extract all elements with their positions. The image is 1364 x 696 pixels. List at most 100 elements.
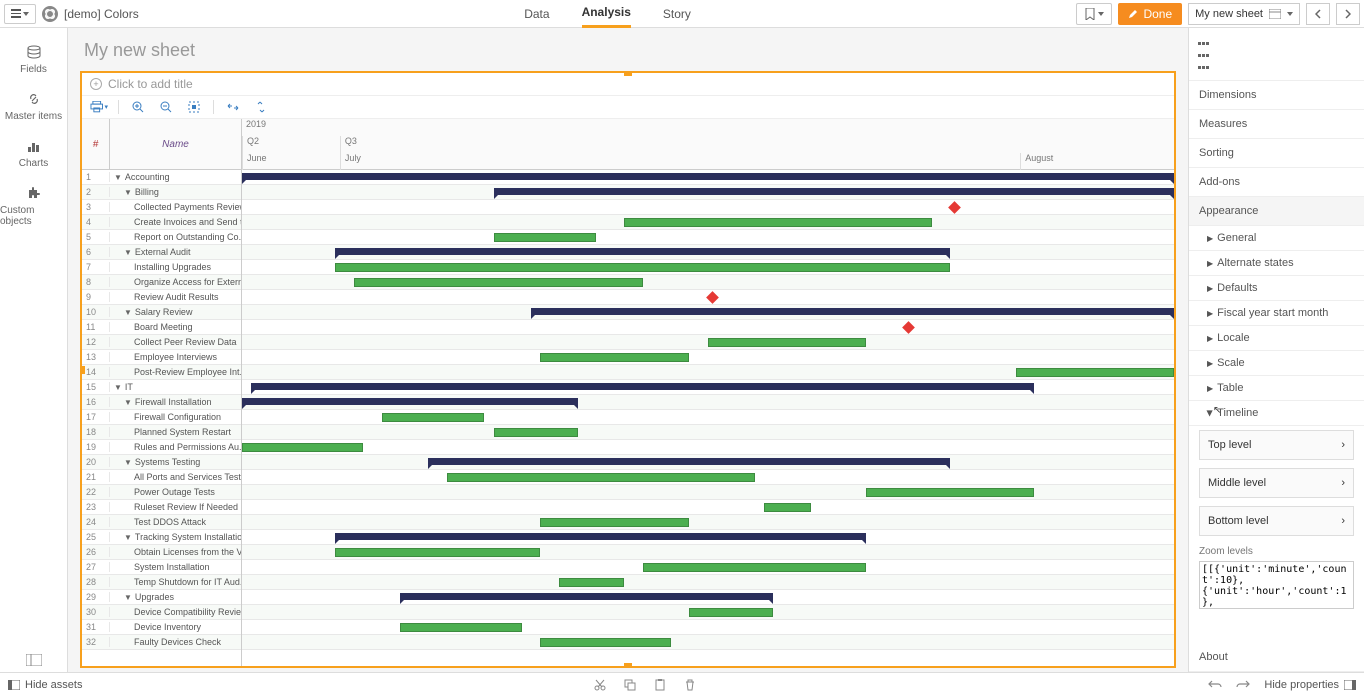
prev-sheet-button[interactable] (1306, 3, 1330, 25)
task-bar[interactable] (559, 578, 624, 587)
fit-button[interactable] (185, 98, 203, 116)
task-bar[interactable] (866, 488, 1034, 497)
table-row[interactable]: 12Collect Peer Review Data (82, 335, 241, 350)
props-addons[interactable]: Add-ons (1189, 168, 1364, 197)
props-scale[interactable]: ▶Scale (1189, 351, 1364, 376)
redo-button[interactable] (1236, 680, 1250, 690)
task-bar[interactable] (1016, 368, 1174, 377)
props-defaults[interactable]: ▶Defaults (1189, 276, 1364, 301)
table-row[interactable]: 14Post-Review Employee Int... (82, 365, 241, 380)
task-bar[interactable] (764, 503, 811, 512)
resize-handle-left[interactable] (80, 366, 85, 374)
hide-assets-button[interactable]: Hide assets (8, 679, 82, 691)
table-row[interactable]: 31Device Inventory (82, 620, 241, 635)
summary-bar[interactable] (335, 248, 950, 255)
cut-button[interactable] (594, 679, 606, 691)
task-bar[interactable] (540, 518, 689, 527)
gantt-row[interactable] (242, 185, 1174, 200)
bookmark-button[interactable] (1076, 3, 1112, 25)
zoom-out-button[interactable] (157, 98, 175, 116)
table-row[interactable]: 27System Installation (82, 560, 241, 575)
gantt-row[interactable] (242, 515, 1174, 530)
tree-toggle[interactable]: ▼ (124, 533, 132, 542)
gantt-row[interactable] (242, 170, 1174, 185)
summary-bar[interactable] (335, 533, 866, 540)
done-button[interactable]: Done (1118, 3, 1182, 25)
table-row[interactable]: 4Create Invoices and Send to... (82, 215, 241, 230)
props-appearance[interactable]: Appearance (1189, 197, 1364, 226)
task-bar[interactable] (335, 548, 540, 557)
nav-story[interactable]: Story (663, 1, 691, 27)
sheet-title[interactable]: My new sheet (80, 40, 1176, 61)
tree-toggle[interactable]: ▼ (124, 593, 132, 602)
gantt-row[interactable] (242, 485, 1174, 500)
gantt-row[interactable] (242, 605, 1174, 620)
gantt-row[interactable] (242, 560, 1174, 575)
column-header-name[interactable]: Name (110, 119, 241, 169)
table-row[interactable]: 19Rules and Permissions Au... (82, 440, 241, 455)
sidebar-charts[interactable]: Charts (0, 130, 67, 177)
gantt-row[interactable] (242, 440, 1174, 455)
table-row[interactable]: 22Power Outage Tests (82, 485, 241, 500)
table-row[interactable]: 8Organize Access for Extern... (82, 275, 241, 290)
gantt-row[interactable] (242, 290, 1174, 305)
table-row[interactable]: 28Temp Shutdown for IT Aud... (82, 575, 241, 590)
table-row[interactable]: 21All Ports and Services Test (82, 470, 241, 485)
timeline-bottom-level[interactable]: Bottom level› (1199, 506, 1354, 536)
summary-bar[interactable] (242, 398, 578, 405)
table-row[interactable]: 15▼IT (82, 380, 241, 395)
task-bar[interactable] (708, 338, 866, 347)
table-row[interactable]: 6▼External Audit (82, 245, 241, 260)
table-row[interactable]: 25▼Tracking System Installation (82, 530, 241, 545)
gantt-row[interactable] (242, 320, 1174, 335)
task-bar[interactable] (540, 353, 689, 362)
gantt-row[interactable] (242, 200, 1174, 215)
tree-toggle[interactable]: ▼ (114, 383, 122, 392)
gantt-row[interactable] (242, 455, 1174, 470)
gantt-row[interactable] (242, 305, 1174, 320)
props-sorting[interactable]: Sorting (1189, 139, 1364, 168)
props-table[interactable]: ▶Table (1189, 376, 1364, 401)
gantt-row[interactable] (242, 380, 1174, 395)
expand-all-button[interactable] (224, 98, 242, 116)
table-row[interactable]: 3Collected Payments Review (82, 200, 241, 215)
summary-bar[interactable] (242, 173, 1174, 180)
table-row[interactable]: 5Report on Outstanding Co... (82, 230, 241, 245)
gantt-row[interactable] (242, 335, 1174, 350)
collapse-all-button[interactable] (252, 98, 270, 116)
table-row[interactable]: 10▼Salary Review (82, 305, 241, 320)
summary-bar[interactable] (428, 458, 950, 465)
props-locale[interactable]: ▶Locale (1189, 326, 1364, 351)
tree-toggle[interactable]: ▼ (114, 173, 122, 182)
props-alternate-states[interactable]: ▶Alternate states (1189, 251, 1364, 276)
gantt-row[interactable] (242, 545, 1174, 560)
milestone-diamond[interactable] (948, 201, 961, 214)
zoom-in-button[interactable] (129, 98, 147, 116)
resize-handle-top[interactable] (624, 71, 632, 76)
table-row[interactable]: 1▼Accounting (82, 170, 241, 185)
task-bar[interactable] (335, 263, 950, 272)
viz-title-input[interactable]: + Click to add title (82, 73, 1174, 96)
gantt-row[interactable] (242, 245, 1174, 260)
table-row[interactable]: 30Device Compatibility Revie... (82, 605, 241, 620)
task-bar[interactable] (689, 608, 773, 617)
task-bar[interactable] (382, 413, 485, 422)
gantt-row[interactable] (242, 215, 1174, 230)
table-row[interactable]: 32Faulty Devices Check (82, 635, 241, 650)
gantt-row[interactable] (242, 260, 1174, 275)
timeline-middle-level[interactable]: Middle level› (1199, 468, 1354, 498)
table-row[interactable]: 20▼Systems Testing (82, 455, 241, 470)
table-row[interactable]: 18Planned System Restart (82, 425, 241, 440)
milestone-diamond[interactable] (902, 321, 915, 334)
task-bar[interactable] (354, 278, 643, 287)
task-bar[interactable] (643, 563, 867, 572)
summary-bar[interactable] (400, 593, 773, 600)
copy-button[interactable] (624, 679, 636, 691)
timeline-top-level[interactable]: Top level› (1199, 430, 1354, 460)
gantt-row[interactable] (242, 410, 1174, 425)
print-button[interactable]: ▾ (90, 98, 108, 116)
task-bar[interactable] (494, 233, 597, 242)
gantt-row[interactable] (242, 230, 1174, 245)
sheet-selector[interactable]: My new sheet (1188, 3, 1300, 25)
milestone-diamond[interactable] (706, 291, 719, 304)
